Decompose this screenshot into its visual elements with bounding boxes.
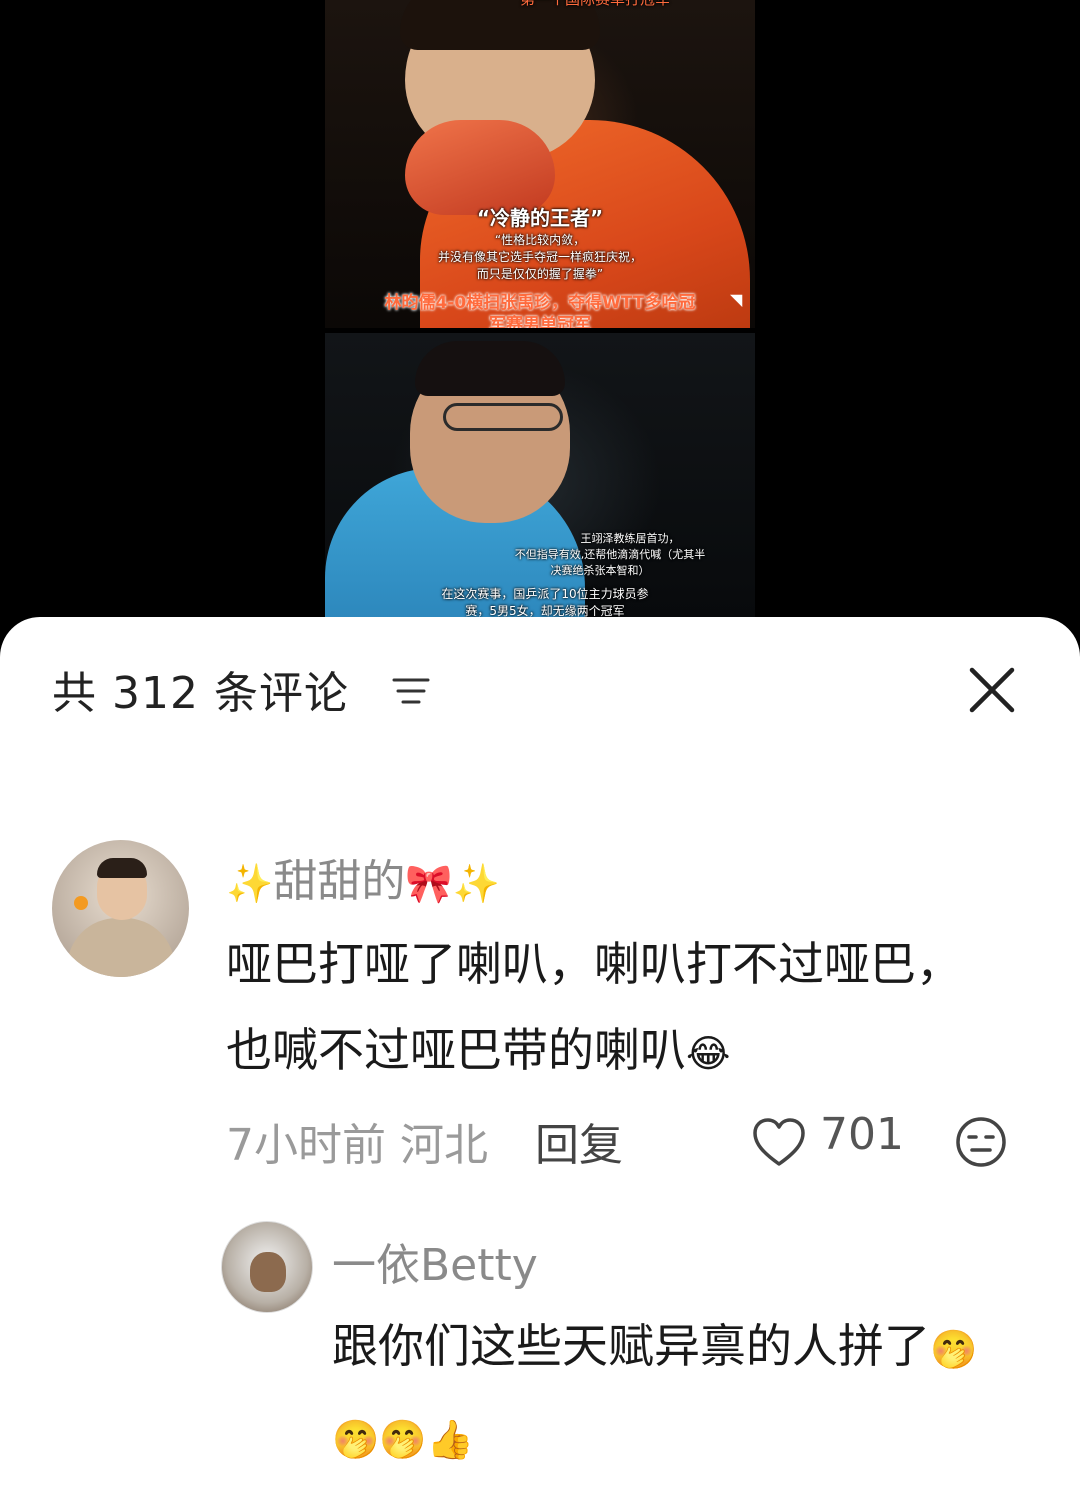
reply-text: 跟你们这些天赋异禀的人拼了 [332,1319,930,1373]
comments-sheet: 共 312 条评论 ✨甜甜的🎀✨ 哑巴打哑了喇叭，喇叭打不过哑巴，也喊不过哑巴带… [0,617,1080,1496]
laughing-emoji-icon: 😂 [686,1031,731,1076]
avatar-figure [67,918,175,977]
video-player[interactable]: 第一个国际赛单打冠军 “冷静的王者” “性格比较内敛， 并没有像其它选手夺冠一样… [0,0,1080,640]
reply-username[interactable]: 一依Betty [332,1229,538,1293]
caption-headline-line: 军赛男单冠军 [489,315,591,328]
player-towel [405,120,555,215]
caption-quote-line: 而只是仅仅的握了握拳” [476,267,604,281]
avatar-figure [250,1252,286,1292]
caption-bottom-line: 在这次赛事，国乒派了10位主力球员参 [441,587,649,601]
caption-coach-line: 不但指导有效,还帮他滴滴代喊（尤其半 [514,548,706,561]
caption-coach-line: 王翊泽教练居首功， [580,532,680,545]
caption-title: “冷静的王者” [476,206,604,230]
comment-username[interactable]: ✨甜甜的🎀✨ [226,845,500,909]
reply-button[interactable]: 回复 [535,1109,623,1173]
comment-meta: 7小时前 河北 [226,1109,488,1173]
dislike-face-icon[interactable] [954,1115,1008,1169]
comments-count-title: 共 312 条评论 [52,668,349,719]
sparkles-emoji-icon: ✨ [226,861,274,906]
username-text: 甜甜的 [273,856,406,907]
caption-top: 第一个国际赛单打冠军 [520,0,670,9]
bow-sparkles-emoji-icon: 🎀✨ [405,861,500,906]
close-icon[interactable] [968,666,1016,714]
comment-location: 河北 [400,1120,488,1171]
caption-quote-line: “性格比较内敛， [494,233,586,247]
video-frame-bottom: 王翊泽教练居首功， 不但指导有效,还帮他滴滴代喊（尤其半 决赛绝杀张本智和） 在… [325,333,755,623]
like-count: 701 [820,1109,904,1160]
comment-text: 哑巴打哑了喇叭，喇叭打不过哑巴，也喊不过哑巴带的喇叭 [226,937,962,1077]
video-frame-top: 第一个国际赛单打冠军 “冷静的王者” “性格比较内敛， 并没有像其它选手夺冠一样… [325,0,755,328]
heart-icon[interactable] [752,1117,806,1169]
avatar[interactable] [52,840,189,977]
caption-quote-line: 并没有像其它选手夺冠一样疯狂庆祝， [437,250,642,264]
broadcast-logo-icon: ◥ [730,290,743,309]
coach-hair [415,341,565,396]
coach-glasses [443,403,563,431]
comment-time: 7小时前 [226,1120,386,1171]
avatar-hair [97,858,147,878]
caption-coach-line: 决赛绝杀张本智和） [550,564,650,577]
sort-lines-icon[interactable] [392,675,430,707]
avatar-ball [74,896,88,910]
comment-content: 哑巴打哑了喇叭，喇叭打不过哑巴，也喊不过哑巴带的喇叭😂 [226,921,1006,1097]
reply-avatar[interactable] [221,1221,313,1313]
reply-content: 跟你们这些天赋异禀的人拼了🤭🤭🤭👍 [332,1303,1012,1482]
caption-headline-line: 林昀儒4-0横扫张禹珍，夺得WTT多哈冠 [384,293,696,313]
